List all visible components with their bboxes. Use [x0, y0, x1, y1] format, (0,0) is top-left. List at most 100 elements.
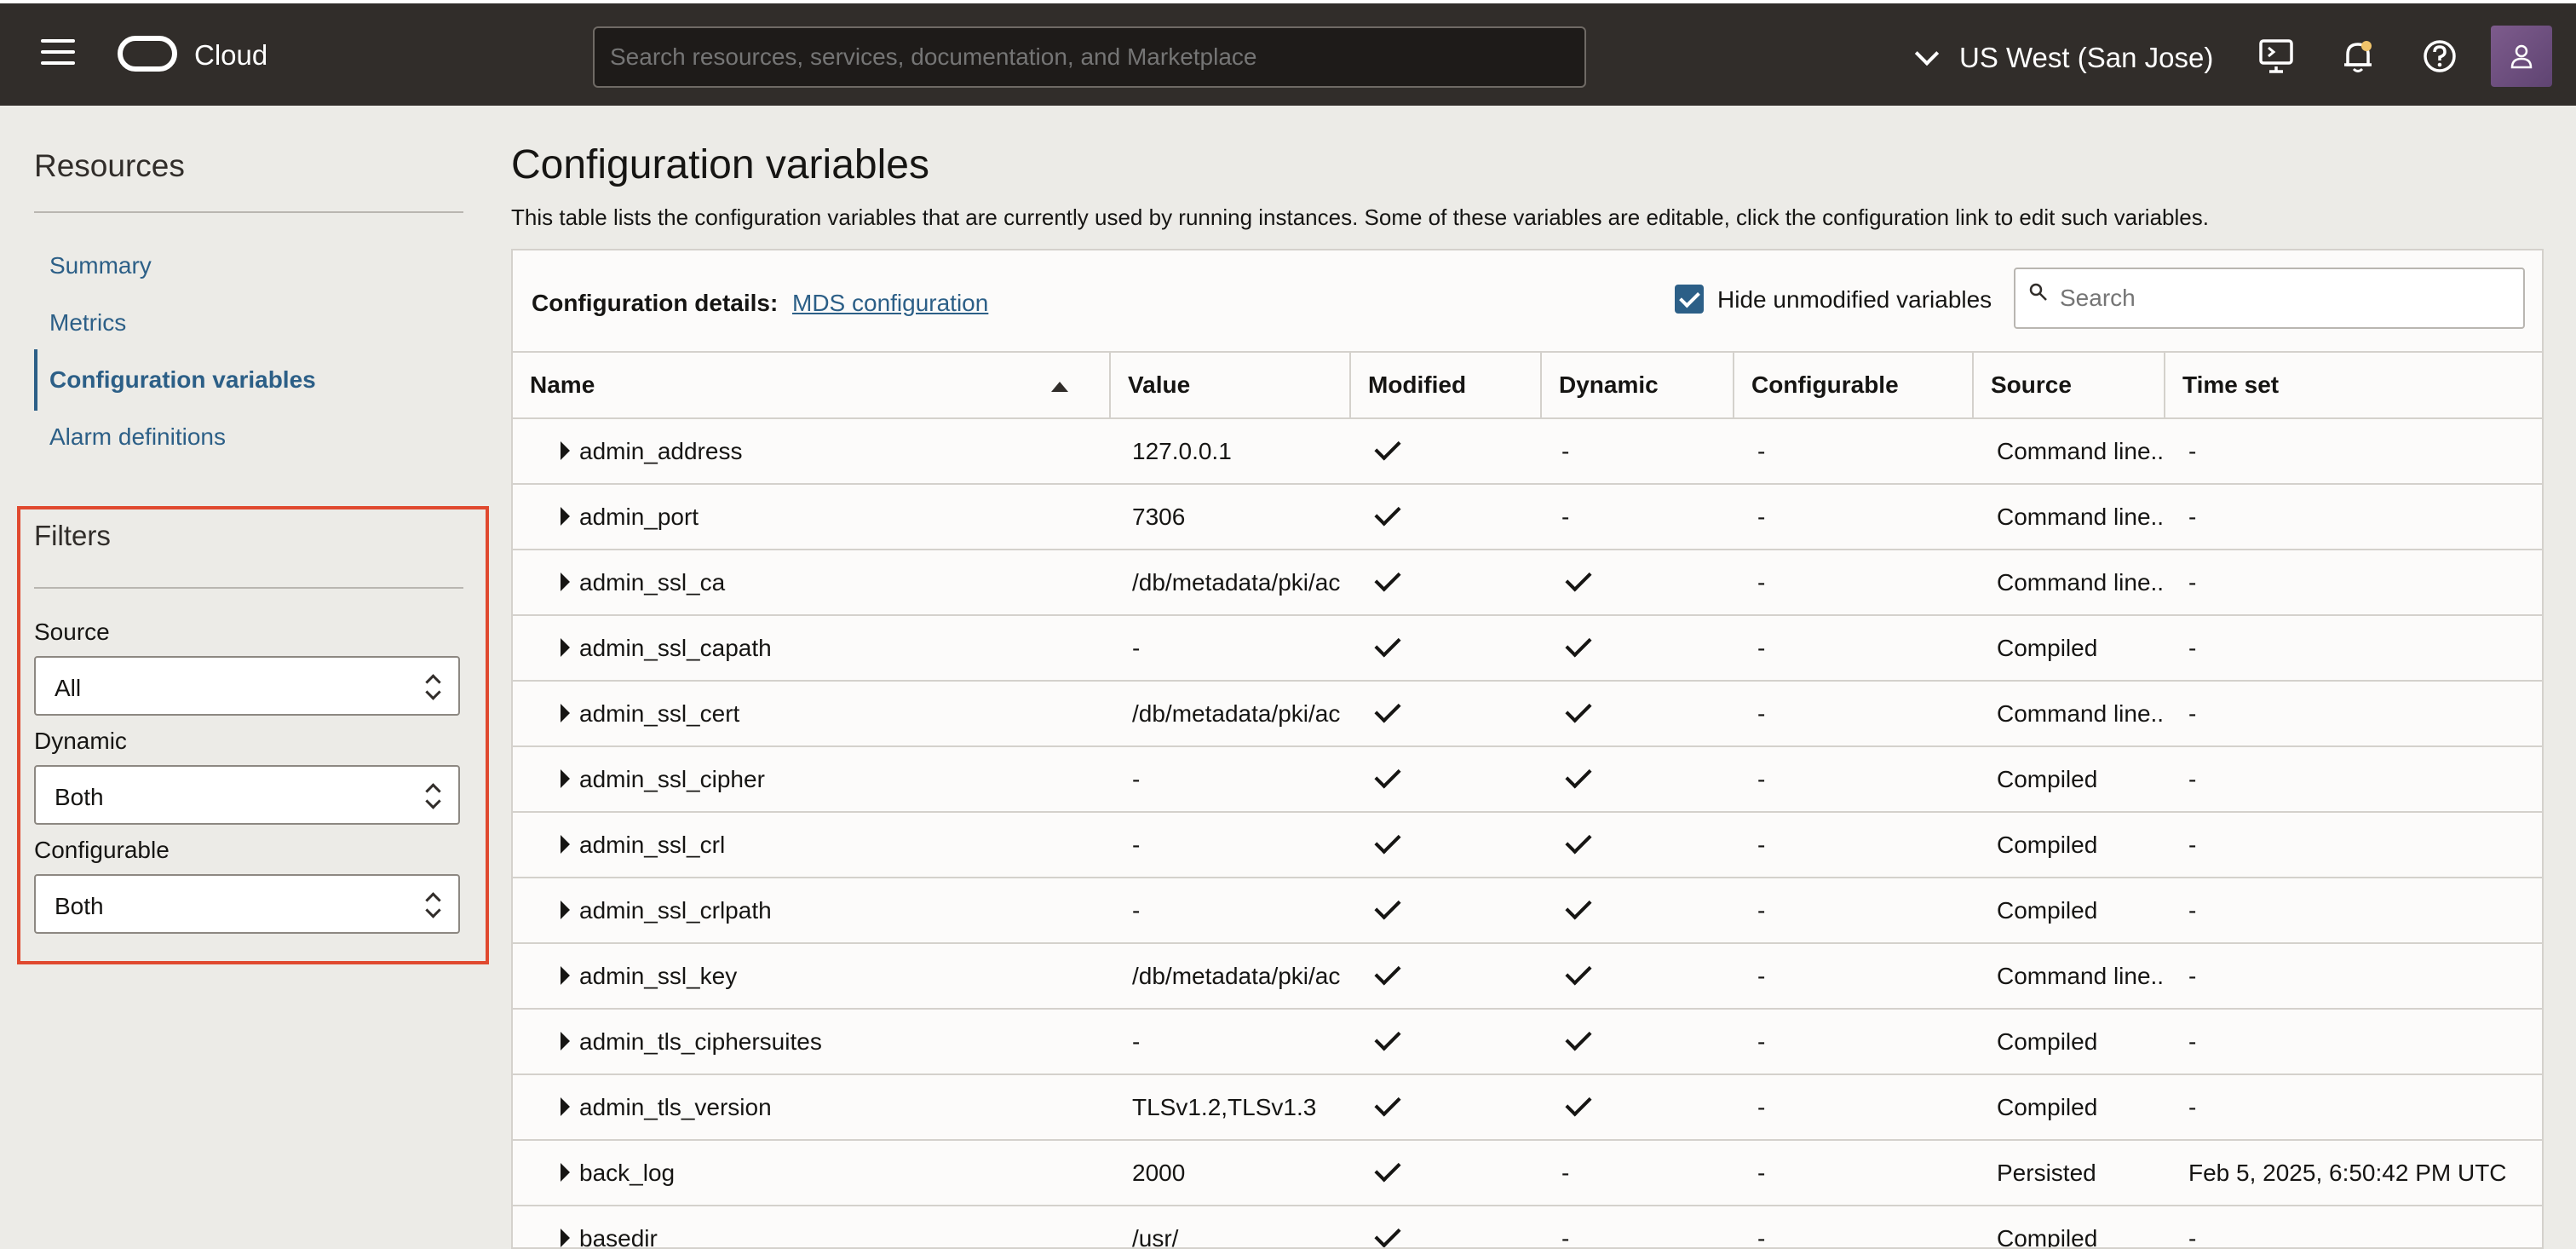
sort-ascending-icon[interactable] [1051, 382, 1068, 392]
expand-row-icon[interactable] [561, 901, 570, 919]
source-cell: Compiled [1973, 1074, 2165, 1141]
dynamic-cell-text: - [1561, 1224, 1570, 1249]
configurable-cell: - [1734, 615, 1973, 682]
configurable-cell: - [1734, 418, 1973, 485]
table-row[interactable]: admin_ssl_capath - - Compiled - [513, 615, 2542, 682]
config-details-link[interactable]: MDS configuration [792, 290, 988, 317]
variable-value: 7306 [1110, 484, 1350, 550]
source-cell: Command line.. [1973, 681, 2165, 747]
column-header-time-set[interactable]: Time set [2165, 353, 2542, 419]
expand-row-icon[interactable] [561, 835, 570, 854]
modified-cell [1350, 746, 1541, 813]
hide-unmodified-checkbox[interactable] [1675, 285, 1704, 314]
modified-cell [1350, 1140, 1541, 1206]
checkmark-icon [1565, 958, 1592, 986]
sidebar-item-summary[interactable]: Summary [49, 252, 152, 279]
region-selector[interactable]: US West (San Jose) [1914, 37, 2213, 78]
table-row[interactable]: admin_ssl_ca/db/metadata/pki/ac - Command … [513, 550, 2542, 616]
expand-row-icon[interactable] [561, 1163, 570, 1182]
configurable-filter-select[interactable]: Both [34, 874, 460, 934]
table-row[interactable]: basedir/usr/- - Compiled - [513, 1206, 2542, 1249]
checkmark-icon [1565, 564, 1592, 592]
cloud-shell-icon[interactable] [2256, 36, 2297, 77]
sidebar-item-configuration-variables[interactable]: Configuration variables [49, 366, 316, 394]
column-header-value[interactable]: Value [1110, 353, 1351, 419]
config-variables-table: Name Value Modified Dynamic Configurable… [513, 353, 2542, 1249]
dynamic-filter-select[interactable]: Both [34, 765, 460, 825]
column-header-modified[interactable]: Modified [1350, 353, 1542, 419]
source-filter-label: Source [34, 619, 110, 645]
table-row[interactable]: admin_tls_ciphersuites - - Compiled - [513, 1009, 2542, 1075]
table-row[interactable]: admin_tls_version TLSv1.2,TLSv1.3 - Compile… [513, 1074, 2542, 1141]
help-icon[interactable] [2419, 36, 2460, 77]
variable-name-cell: admin_tls_version [513, 1074, 1110, 1141]
modified-cell [1350, 484, 1541, 550]
variable-name-cell: admin_address [513, 418, 1110, 485]
variable-value: 127.0.0.1 [1110, 418, 1350, 485]
sidebar-item-alarm-definitions[interactable]: Alarm definitions [49, 423, 226, 451]
table-row[interactable]: admin_address 127.0.0.1- - Command line.. - [513, 418, 2542, 485]
checkmark-icon [1374, 826, 1401, 855]
dynamic-cell [1541, 1009, 1734, 1075]
time-set-cell: - [2165, 484, 2542, 550]
user-avatar[interactable] [2491, 26, 2552, 87]
variable-value: - [1110, 878, 1350, 944]
variable-name-cell: back_log [513, 1140, 1110, 1206]
notifications-bell-icon[interactable] [2337, 36, 2378, 77]
expand-row-icon[interactable] [561, 638, 570, 657]
dynamic-cell [1541, 746, 1734, 813]
dynamic-cell [1541, 943, 1734, 1010]
expand-row-icon[interactable] [561, 507, 570, 526]
dynamic-cell: - [1541, 418, 1734, 485]
table-row[interactable]: admin_ssl_cert/db/metadata/pki/ac - Comman… [513, 681, 2542, 747]
hamburger-menu-icon[interactable] [41, 39, 75, 68]
source-filter-select[interactable]: All [34, 656, 460, 716]
expand-row-icon[interactable] [561, 1032, 570, 1050]
column-header-name[interactable]: Name [513, 353, 1111, 419]
expand-row-icon[interactable] [561, 1097, 570, 1116]
table-row[interactable]: admin_port 7306- - Command line.. - [513, 484, 2542, 550]
modified-cell [1350, 418, 1541, 485]
variable-name: admin_tls_ciphersuites [579, 1027, 822, 1055]
dynamic-cell: - [1541, 484, 1734, 550]
global-search-input[interactable] [593, 26, 1586, 88]
config-variables-panel: Configuration details: MDS configuration… [511, 249, 2544, 1249]
time-set-cell: - [2165, 878, 2542, 944]
column-header-configurable[interactable]: Configurable [1734, 353, 1974, 419]
dynamic-cell [1541, 812, 1734, 878]
variable-name: admin_ssl_ca [579, 568, 726, 596]
page-description: This table lists the configuration varia… [511, 204, 2209, 230]
top-bar: Cloud US West (San Jose) [0, 0, 2576, 106]
table-row[interactable]: admin_ssl_cipher - - Compiled - [513, 746, 2542, 813]
column-header-dynamic[interactable]: Dynamic [1541, 353, 1734, 419]
table-row[interactable]: admin_ssl_crl - - Compiled - [513, 812, 2542, 878]
table-search-input[interactable] [2014, 268, 2525, 329]
left-panel: Resources Summary Metrics Configuration … [0, 106, 494, 1249]
expand-row-icon[interactable] [561, 966, 570, 985]
hide-unmodified-label[interactable]: Hide unmodified variables [1717, 286, 1992, 314]
variable-value: /db/metadata/pki/ac [1110, 550, 1350, 616]
variable-name: admin_ssl_capath [579, 634, 772, 661]
expand-row-icon[interactable] [561, 1229, 570, 1247]
configurable-cell: - [1734, 1074, 1973, 1141]
checkmark-icon [1565, 892, 1592, 920]
expand-row-icon[interactable] [561, 769, 570, 788]
source-cell: Persisted [1973, 1140, 2165, 1206]
expand-row-icon[interactable] [561, 704, 570, 722]
variable-name: basedir [579, 1224, 658, 1249]
source-cell: Command line.. [1973, 943, 2165, 1010]
oracle-logo-icon[interactable] [118, 36, 177, 72]
variable-name: admin_port [579, 503, 699, 530]
expand-row-icon[interactable] [561, 441, 570, 460]
variable-value: - [1110, 615, 1350, 682]
dynamic-cell [1541, 681, 1734, 747]
table-row[interactable]: admin_ssl_key/db/metadata/pki/ac - Command… [513, 943, 2542, 1010]
time-set-cell: - [2165, 1206, 2542, 1247]
variable-name-cell: basedir [513, 1206, 1110, 1249]
table-row[interactable]: back_log 2000- - Persisted Feb 5, 2025, 6:50… [513, 1140, 2542, 1206]
sidebar-item-metrics[interactable]: Metrics [49, 309, 126, 337]
source-cell: Command line.. [1973, 418, 2165, 485]
column-header-source[interactable]: Source [1973, 353, 2165, 419]
table-row[interactable]: admin_ssl_crlpath - - Compiled - [513, 878, 2542, 944]
expand-row-icon[interactable] [561, 573, 570, 591]
